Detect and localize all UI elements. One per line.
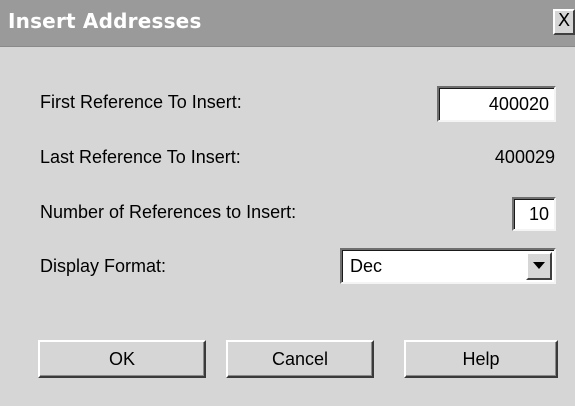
first-reference-value: 400020 [488, 94, 549, 114]
display-format-select[interactable]: Dec [340, 248, 556, 284]
cancel-button-label: Cancel [271, 349, 329, 369]
close-button[interactable]: X [553, 9, 575, 35]
last-reference-label: Last Reference To Insert: [40, 147, 241, 167]
display-format-label: Display Format: [40, 256, 167, 276]
last-reference-value: 400029 [494, 147, 555, 167]
title-bar[interactable]: Insert Addresses X [0, 0, 575, 47]
display-format-dropdown-button[interactable] [526, 252, 552, 280]
close-icon: X [557, 10, 571, 31]
chevron-down-icon [533, 262, 545, 269]
help-button-label: Help [462, 349, 500, 369]
ok-button-label: OK [108, 349, 135, 369]
insert-addresses-dialog: Insert Addresses X First Reference To In… [0, 0, 575, 406]
help-button[interactable]: Help [404, 340, 558, 378]
ok-button[interactable]: OK [38, 340, 206, 378]
first-reference-input[interactable]: 400020 [437, 86, 556, 122]
count-label: Number of References to Insert: [40, 202, 297, 222]
count-input[interactable]: 10 [512, 197, 556, 231]
count-value: 10 [528, 204, 549, 224]
first-reference-label: First Reference To Insert: [40, 92, 242, 112]
cancel-button[interactable]: Cancel [226, 340, 374, 378]
window-title: Insert Addresses [8, 9, 202, 33]
display-format-value: Dec [350, 256, 383, 276]
